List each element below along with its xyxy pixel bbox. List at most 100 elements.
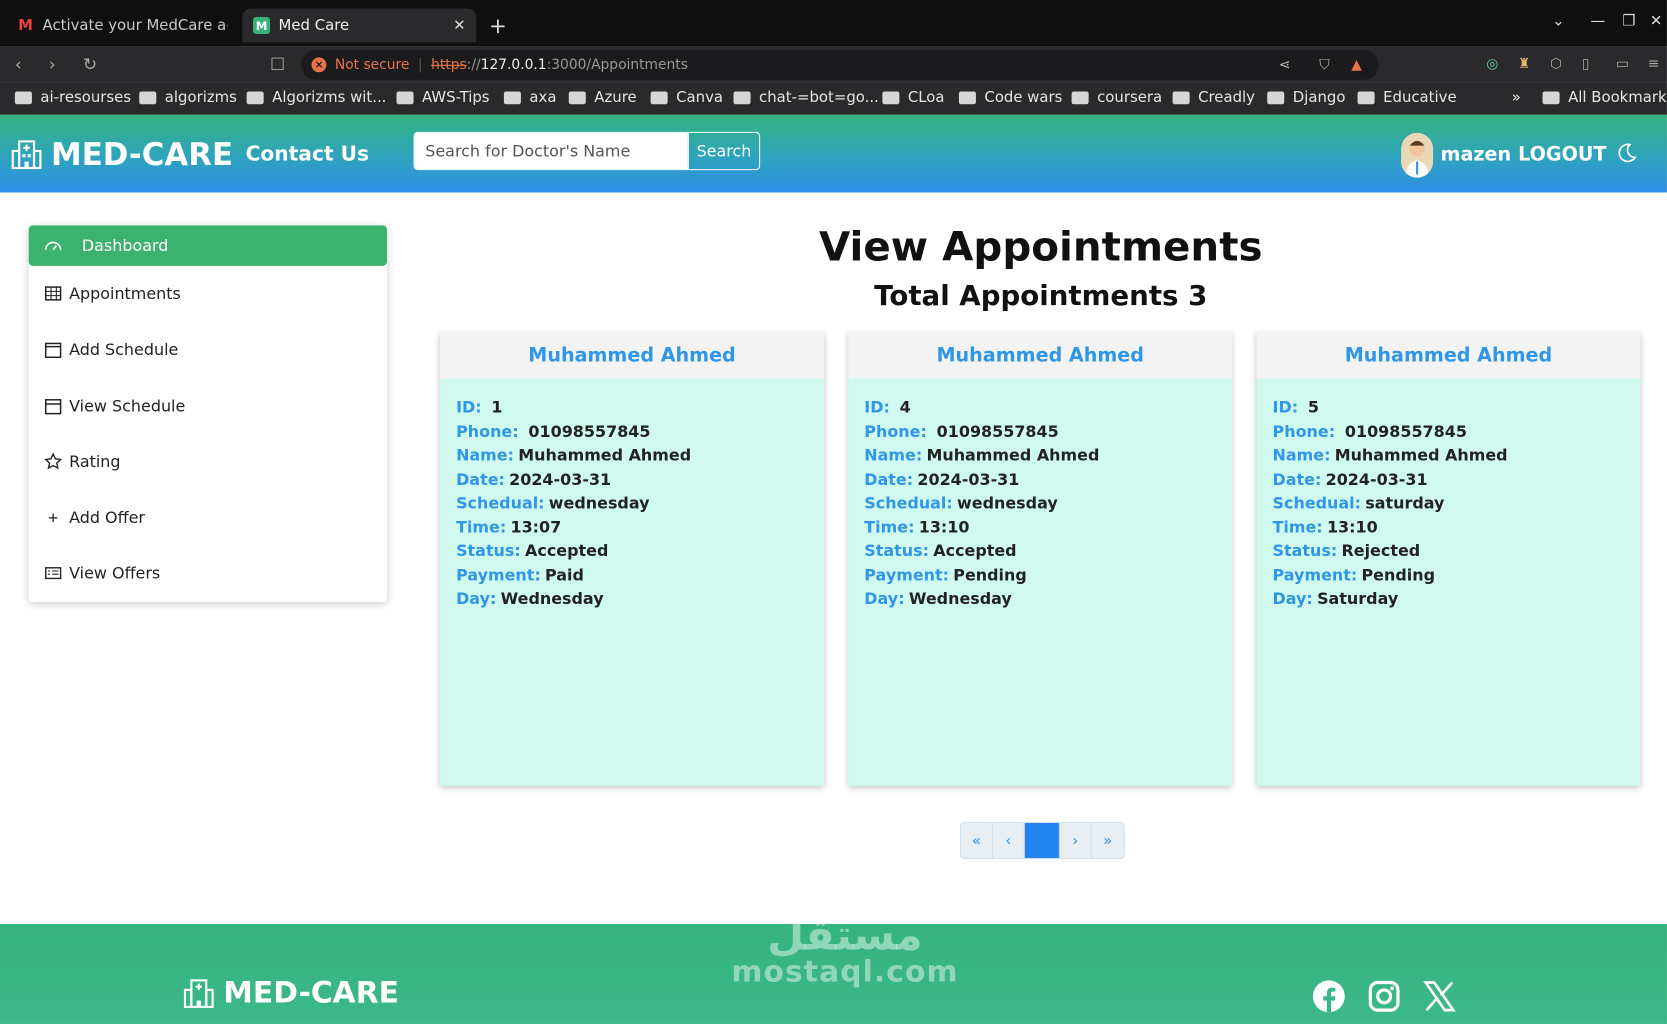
bookmark-item[interactable]: ai-resourses xyxy=(14,89,131,106)
reload-icon[interactable]: ↻ xyxy=(83,54,97,74)
share-icon[interactable]: ⋖ xyxy=(1279,57,1291,73)
brand-logo[interactable]: MED-CARE xyxy=(11,136,233,172)
last-page-button[interactable]: » xyxy=(1092,823,1124,858)
current-page-button[interactable]: 1 xyxy=(1024,822,1060,859)
url-scheme: https xyxy=(431,56,467,73)
x-icon[interactable] xyxy=(1422,979,1456,1013)
site-navbar: MED-CARE Contact Us Search mazen LOGOUT xyxy=(0,114,1667,193)
status-row: Status: Rejected xyxy=(1272,541,1421,561)
brave-shield-icon[interactable]: ⛉ xyxy=(1319,57,1329,73)
sidebar-item-label: View Offers xyxy=(69,563,161,583)
bookmark-item[interactable]: Algorizms wit... xyxy=(246,89,386,106)
payment-row: Payment: Pending xyxy=(1272,565,1436,585)
patient-name-header[interactable]: Muhammed Ahmed xyxy=(1256,331,1641,379)
doctor-search-form: Search xyxy=(413,131,761,171)
warning-icon: × xyxy=(311,57,327,73)
wallet-icon[interactable]: ▭ xyxy=(1616,56,1629,72)
close-window-icon[interactable]: ✕ xyxy=(1650,13,1662,30)
bookmark-item[interactable]: AWS-Tips xyxy=(396,89,490,106)
sidebar-item-view-offers[interactable]: View Offers xyxy=(29,553,387,593)
sidebar-item-rating[interactable]: Rating xyxy=(29,441,387,481)
bookmark-item[interactable]: Creadly xyxy=(1172,89,1255,106)
plus-icon xyxy=(48,513,58,523)
close-tab-icon[interactable]: ✕ xyxy=(453,17,465,34)
bookmark-item[interactable]: Django xyxy=(1267,89,1345,106)
first-page-button[interactable]: « xyxy=(961,822,993,859)
phone-value: 01098557845 xyxy=(528,421,651,441)
patient-name-header[interactable]: Muhammed Ahmed xyxy=(848,331,1233,379)
bookmark-item[interactable]: CLoa xyxy=(882,89,945,106)
doctor-search-input[interactable] xyxy=(414,132,688,170)
bookmark-icon[interactable]: ☐ xyxy=(270,54,285,74)
logout-button[interactable]: LOGOUT xyxy=(1518,144,1606,166)
id-value: 1 xyxy=(491,397,503,417)
bookmark-item[interactable]: coursera xyxy=(1071,89,1162,106)
divider: | xyxy=(417,56,423,73)
brave-rewards-icon[interactable]: ▲ xyxy=(1351,57,1362,73)
medcare-favicon: M xyxy=(253,17,271,35)
url-bar[interactable]: × Not secure | https://127.0.0.1:3000/Ap… xyxy=(300,49,1379,80)
bookmark-item[interactable]: algorizms xyxy=(139,89,237,106)
sidebar-item-label: Add Offer xyxy=(69,508,145,528)
new-tab-button[interactable]: + xyxy=(489,13,507,39)
bookmark-item[interactable]: chat-=bot=go... xyxy=(733,89,879,106)
sidebar-item-view-schedule[interactable]: View Schedule xyxy=(29,386,387,426)
day-row: Day: Wednesday xyxy=(864,589,1012,609)
contact-us-link[interactable]: Contact Us xyxy=(246,142,369,165)
browser-tab-gmail[interactable]: M Activate your MedCare acco xyxy=(6,9,238,43)
time-value: 13:10 xyxy=(918,517,970,537)
all-bookmarks-button[interactable]: All Bookmarks xyxy=(1542,89,1667,106)
facebook-icon[interactable] xyxy=(1312,979,1346,1013)
sidebar-item-label: View Schedule xyxy=(69,396,186,416)
folder-icon xyxy=(396,91,414,105)
dashboard-sidebar: Dashboard Appointments Add Schedule View… xyxy=(28,225,387,602)
tab-search-icon[interactable]: ⌄ xyxy=(1552,13,1564,30)
browser-tab-medcare[interactable]: M Med Care ✕ xyxy=(242,8,477,43)
tab-label: Activate your MedCare acco xyxy=(42,17,228,35)
day-value: Wednesday xyxy=(908,589,1012,609)
browser-toolbar: ‹ › ↻ ☐ × Not secure | https://127.0.0.1… xyxy=(0,46,1667,83)
folder-icon xyxy=(733,91,751,105)
instagram-icon[interactable] xyxy=(1367,979,1401,1013)
back-icon[interactable]: ‹ xyxy=(15,54,22,74)
bookmark-item[interactable]: Code wars xyxy=(958,89,1062,106)
sidebar-item-appointments[interactable]: Appointments xyxy=(29,273,387,313)
forward-icon[interactable]: › xyxy=(49,54,56,74)
patient-name-header[interactable]: Muhammed Ahmed xyxy=(440,331,824,379)
extension-icon[interactable]: ◎ xyxy=(1486,56,1498,72)
status-value: Accepted xyxy=(933,541,1017,561)
gauge-icon xyxy=(44,241,62,251)
security-label[interactable]: Not secure xyxy=(335,57,410,73)
menu-icon[interactable]: ≡ xyxy=(1648,56,1660,72)
sidebar-item-add-schedule[interactable]: Add Schedule xyxy=(29,330,387,370)
bookmark-item[interactable]: Educative xyxy=(1357,89,1457,106)
name-value: Muhammed Ahmed xyxy=(518,445,692,465)
sidebar-toggle-icon[interactable]: ▯ xyxy=(1582,56,1590,72)
avatar[interactable] xyxy=(1401,132,1434,178)
day-value: Saturday xyxy=(1317,589,1399,609)
moon-icon[interactable] xyxy=(1616,142,1637,163)
next-page-button[interactable]: › xyxy=(1060,822,1092,859)
username[interactable]: mazen xyxy=(1441,144,1512,166)
search-button[interactable]: Search xyxy=(687,132,759,170)
bookmark-item[interactable]: Canva xyxy=(650,89,723,106)
id-value: 5 xyxy=(1307,397,1319,417)
time-row: Time: 13:07 xyxy=(456,517,562,537)
time-row: Time: 13:10 xyxy=(864,517,970,537)
table-icon xyxy=(44,286,62,301)
bookmark-item[interactable]: axa xyxy=(503,89,556,106)
footer-brand[interactable]: MED-CARE xyxy=(183,975,399,1010)
sidebar-item-dashboard[interactable]: Dashboard xyxy=(28,225,387,266)
screen: M Activate your MedCare acco M Med Care … xyxy=(0,0,1667,1024)
extensions-puzzle-icon[interactable]: ⬡ xyxy=(1550,56,1562,72)
site-footer: مستقل mostaql.com MED-CARE xyxy=(0,911,1667,1024)
minimize-icon[interactable]: — xyxy=(1590,13,1605,30)
date-value: 2024-03-31 xyxy=(917,469,1020,489)
prev-page-button[interactable]: ‹ xyxy=(993,822,1025,859)
bookmark-item[interactable]: Azure xyxy=(568,89,637,106)
maximize-icon[interactable]: ❐ xyxy=(1622,13,1635,30)
bookmarks-overflow-button[interactable]: » xyxy=(1512,89,1521,106)
sidebar-item-add-offer[interactable]: Add Offer xyxy=(29,498,387,538)
extension-icon[interactable]: ♜ xyxy=(1518,56,1530,72)
folder-icon xyxy=(14,91,32,105)
